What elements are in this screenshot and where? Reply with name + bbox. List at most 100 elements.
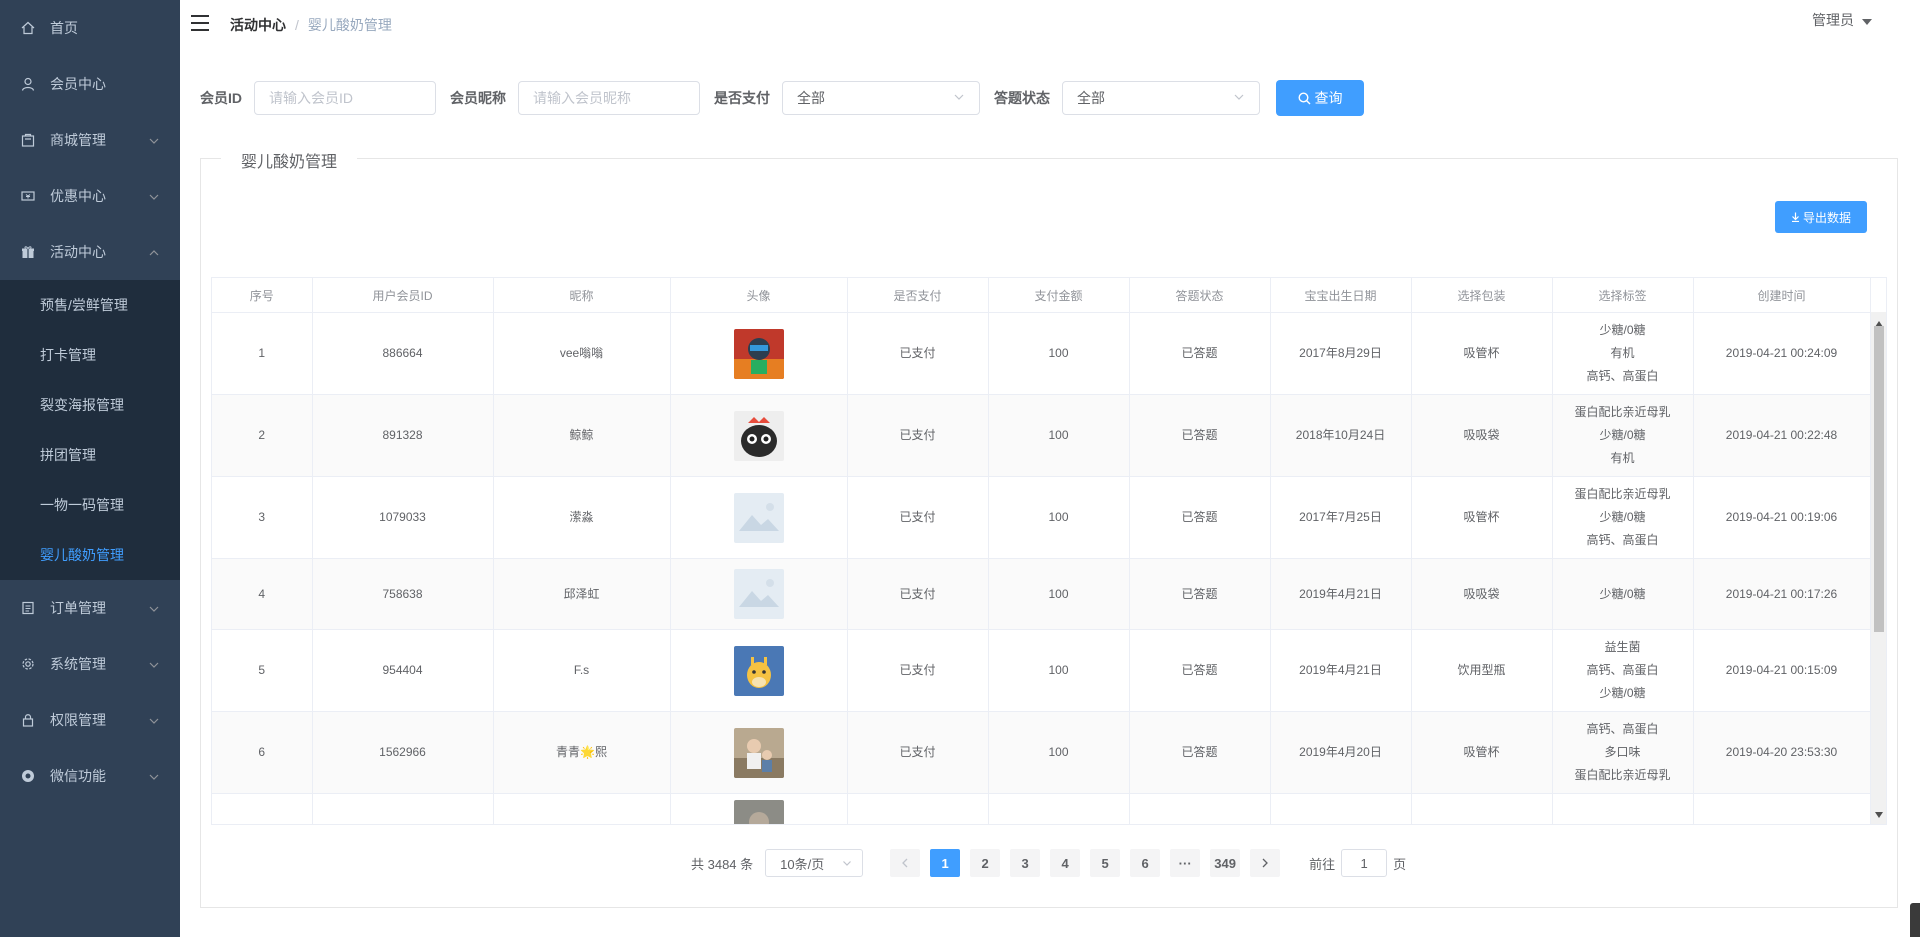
scroll-down-icon[interactable] xyxy=(1875,806,1883,821)
cell-tags: 蛋白配比亲近母乳 少糖/0糖 有机 xyxy=(1552,394,1694,477)
next-page-button[interactable] xyxy=(1250,849,1281,877)
tag-line: 有机 xyxy=(1610,451,1635,465)
sidebar-item-coupons[interactable]: 优惠中心 xyxy=(0,168,180,224)
cell-paid: 已支付 xyxy=(847,394,989,477)
avatar xyxy=(733,328,784,379)
query-button-label: 查询 xyxy=(1314,90,1343,106)
more-pages-button[interactable]: ··· xyxy=(1170,849,1201,877)
breadcrumb-separator: / xyxy=(295,17,299,33)
avatar xyxy=(733,800,784,824)
sidebar-item-wechat[interactable]: 微信功能 xyxy=(0,748,180,804)
shop-icon xyxy=(20,132,36,148)
nickname-label: 会员昵称 xyxy=(450,90,506,106)
table-row[interactable]: 2 891328 鲸鲸 已支付 100 已答题 2018年10月24日 吸吸袋 … xyxy=(212,394,1871,477)
paid-select[interactable]: 全部 xyxy=(782,81,980,115)
cell-birth-date: 2017年8月29日 xyxy=(1270,312,1412,395)
table-row[interactable]: 6 1562966 青青🌟熙 已支付 100 已答题 2019年4月20日 吸管… xyxy=(212,711,1871,794)
column-header: 支付金额 xyxy=(988,278,1130,313)
user-dropdown[interactable]: 管理员 xyxy=(1812,10,1872,30)
pagination: 共 3484 条 10条/页 1 2 3 4 5 6 ··· 349 前往 页 xyxy=(691,849,1406,877)
cell-package: 吸管杯 xyxy=(1411,711,1553,794)
page-size-select[interactable]: 10条/页 xyxy=(765,849,864,877)
cell-amount: 100 xyxy=(988,711,1130,794)
chevron-down-icon xyxy=(842,856,852,871)
tag-line: 少糖/0糖 xyxy=(1599,686,1646,700)
panel-title: 婴儿酸奶管理 xyxy=(221,148,358,172)
submenu-item-presale[interactable]: 预售/尝鲜管理 xyxy=(0,280,180,330)
table-row[interactable] xyxy=(212,793,1871,824)
cell-tags: 益生菌 高钙、高蛋白 少糖/0糖 xyxy=(1552,629,1694,712)
answer-status-select[interactable]: 全部 xyxy=(1062,81,1260,115)
cell-package: 饮用型瓶 xyxy=(1411,629,1553,712)
cell-package: 吸吸袋 xyxy=(1411,558,1553,630)
table-row[interactable]: 1 886664 vee嗡嗡 已支付 100 已答题 2017年8月29日 吸管… xyxy=(212,312,1871,395)
page-button[interactable]: 349 xyxy=(1210,849,1241,877)
cell-index: 5 xyxy=(212,629,313,712)
cell-member-id: 758638 xyxy=(312,558,494,630)
sidebar-item-members[interactable]: 会员中心 xyxy=(0,56,180,112)
page-button[interactable]: 6 xyxy=(1130,849,1161,877)
activity-submenu: 预售/尝鲜管理 打卡管理 裂变海报管理 拼团管理 一物一码管理 婴儿酸奶管理 xyxy=(0,280,180,580)
submenu-item-checkin[interactable]: 打卡管理 xyxy=(0,330,180,380)
download-icon xyxy=(1791,212,1800,222)
scroll-thumb[interactable] xyxy=(1874,326,1884,632)
cell-paid: 已支付 xyxy=(847,711,989,794)
cell-amount: 100 xyxy=(988,558,1130,630)
breadcrumb-current: 婴儿酸奶管理 xyxy=(307,17,392,33)
wechat-icon xyxy=(20,768,36,784)
hamburger-menu-icon[interactable] xyxy=(190,14,210,35)
page-button[interactable]: 2 xyxy=(970,849,1001,877)
cell-created-time: 2019-04-21 00:22:48 xyxy=(1693,394,1871,477)
filter-bar: 会员ID 会员昵称 是否支付 全部 答题状态 全部 查询 xyxy=(200,80,1364,116)
page-button[interactable]: 1 xyxy=(930,849,961,877)
chevron-left-icon xyxy=(902,858,908,868)
sidebar-item-home[interactable]: 首页 xyxy=(0,0,180,56)
cell-empty xyxy=(1129,793,1271,824)
table-scrollbar[interactable] xyxy=(1870,312,1886,824)
tag-line: 蛋白配比亲近母乳 xyxy=(1574,768,1671,782)
prev-page-button[interactable] xyxy=(890,849,921,877)
cell-tags: 高钙、高蛋白 多口味 蛋白配比亲近母乳 xyxy=(1552,711,1694,794)
floating-widget[interactable] xyxy=(1910,903,1920,937)
cell-index: 2 xyxy=(212,394,313,477)
sidebar-item-permissions[interactable]: 权限管理 xyxy=(0,692,180,748)
nickname-input[interactable] xyxy=(518,81,700,115)
breadcrumb-item[interactable]: 活动中心 xyxy=(230,17,286,33)
cell-avatar xyxy=(670,793,848,824)
table-row[interactable]: 5 954404 F.s 已支付 100 已答题 2019年4月21日 饮用型瓶… xyxy=(212,629,1871,712)
query-button[interactable]: 查询 xyxy=(1276,80,1364,116)
page-button[interactable]: 5 xyxy=(1090,849,1121,877)
sidebar-item-shop[interactable]: 商城管理 xyxy=(0,112,180,168)
cell-member-id: 886664 xyxy=(312,312,494,395)
submenu-item-baby-yogurt[interactable]: 婴儿酸奶管理 xyxy=(0,530,180,580)
cell-package: 吸吸袋 xyxy=(1411,394,1553,477)
export-button[interactable]: 导出数据 xyxy=(1775,201,1867,233)
sidebar-item-activity[interactable]: 活动中心 xyxy=(0,224,180,280)
submenu-item-qrcode[interactable]: 一物一码管理 xyxy=(0,480,180,530)
table-row[interactable]: 3 1079033 潆淼 已支付 100 已答题 2017年7月25日 吸管杯 … xyxy=(212,476,1871,559)
cell-birth-date: 2019年4月21日 xyxy=(1270,629,1412,712)
table-row[interactable]: 4 758638 邱泽虹 已支付 100 已答题 2019年4月21日 吸吸袋 … xyxy=(212,558,1871,630)
cell-birth-date: 2017年7月25日 xyxy=(1270,476,1412,559)
page-button[interactable]: 4 xyxy=(1050,849,1081,877)
goto-page-input[interactable] xyxy=(1341,849,1388,877)
cell-birth-date: 2019年4月21日 xyxy=(1270,558,1412,630)
cell-nickname: F.s xyxy=(493,629,671,712)
submenu-item-group-buy[interactable]: 拼团管理 xyxy=(0,430,180,480)
sidebar-item-system[interactable]: 系统管理 xyxy=(0,636,180,692)
sidebar-item-label: 首页 xyxy=(50,20,78,36)
column-header: 选择包装 xyxy=(1411,278,1553,313)
column-header: 选择标签 xyxy=(1552,278,1694,313)
cell-avatar xyxy=(670,476,848,559)
submenu-item-poster[interactable]: 裂变海报管理 xyxy=(0,380,180,430)
cell-empty xyxy=(1693,793,1871,824)
member-id-input[interactable] xyxy=(254,81,436,115)
cell-avatar xyxy=(670,312,848,395)
cell-tags: 少糖/0糖 有机 高钙、高蛋白 xyxy=(1552,312,1694,395)
tag-line: 少糖/0糖 xyxy=(1599,428,1646,442)
sidebar-item-label: 微信功能 xyxy=(50,768,106,784)
sidebar-item-orders[interactable]: 订单管理 xyxy=(0,580,180,636)
cell-created-time: 2019-04-21 00:15:09 xyxy=(1693,629,1871,712)
chevron-up-icon xyxy=(148,246,160,262)
page-button[interactable]: 3 xyxy=(1010,849,1041,877)
